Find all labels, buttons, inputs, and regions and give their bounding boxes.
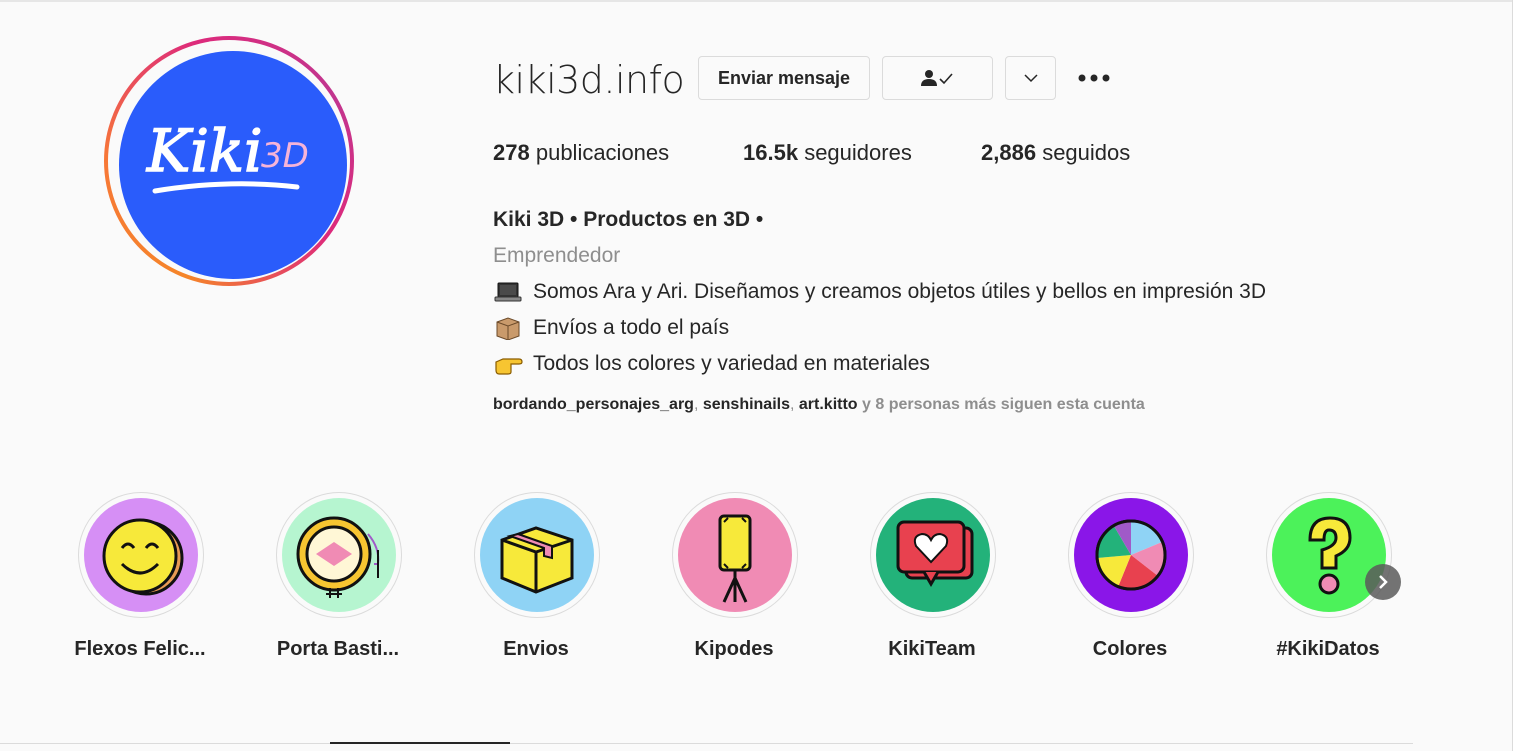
following-link[interactable]: 2,886 seguidos xyxy=(981,140,1130,166)
smiley-icon xyxy=(102,518,184,596)
top-border xyxy=(0,0,1513,2)
bio-line: Envíos a todo el país xyxy=(493,310,1393,346)
highlights-next-button[interactable] xyxy=(1365,564,1401,600)
following-button[interactable] xyxy=(882,56,993,100)
follower-account-link[interactable]: art.kitto xyxy=(799,396,858,413)
profile-bio: Kiki 3D • Productos en 3D • Emprendedor … xyxy=(493,202,1393,382)
follower-account-link[interactable]: bordando_personajes_arg xyxy=(493,396,694,413)
question-mark-icon xyxy=(1308,516,1352,595)
story-highlights: Flexos Felic... Porta Basti... Envios Ki… xyxy=(0,492,1513,672)
bio-category: Emprendedor xyxy=(493,244,621,267)
suggestions-dropdown-button[interactable] xyxy=(1005,56,1056,100)
svg-text:Kiki: Kiki xyxy=(146,117,263,185)
followers-link[interactable]: 16.5k seguidores xyxy=(743,140,912,166)
posts-count-stat: 278 publicaciones xyxy=(493,140,670,165)
active-tab-indicator[interactable] xyxy=(330,742,510,744)
more-options-button[interactable] xyxy=(1075,68,1113,88)
laptop-emoji-icon xyxy=(494,282,522,302)
send-message-button[interactable]: Enviar mensaje xyxy=(698,56,870,100)
profile-avatar-ring[interactable]: Kiki 3D xyxy=(104,36,354,286)
bio-line: Todos los colores y variedad en material… xyxy=(493,346,1393,382)
box-icon xyxy=(500,526,574,594)
followed-by-text[interactable]: bordando_personajes_arg, senshinails, ar… xyxy=(493,396,1145,414)
chevron-right-icon xyxy=(1379,575,1388,589)
profile-avatar[interactable]: Kiki 3D xyxy=(119,51,347,279)
package-emoji-icon xyxy=(496,317,520,340)
chevron-down-icon xyxy=(1023,74,1038,83)
bio-full-name: Kiki 3D • Productos en 3D • xyxy=(493,208,764,231)
tabs-divider xyxy=(0,743,1413,744)
svg-text:3D: 3D xyxy=(261,136,309,176)
kiki3d-logo: Kiki 3D xyxy=(145,116,309,194)
phone-tripod-icon xyxy=(718,514,752,603)
bio-line: Somos Ara y Ari. Diseñamos y creamos obj… xyxy=(493,274,1393,310)
color-wheel-icon xyxy=(1095,519,1167,591)
profile-username: kiki3d.info xyxy=(493,58,685,102)
embroidery-hoop-icon xyxy=(296,516,380,598)
pointing-hand-emoji-icon xyxy=(495,358,523,375)
person-check-icon xyxy=(920,70,953,86)
heart-chat-icon xyxy=(896,520,974,587)
follower-account-link[interactable]: senshinails xyxy=(703,396,790,413)
more-dots-icon xyxy=(1078,74,1110,82)
